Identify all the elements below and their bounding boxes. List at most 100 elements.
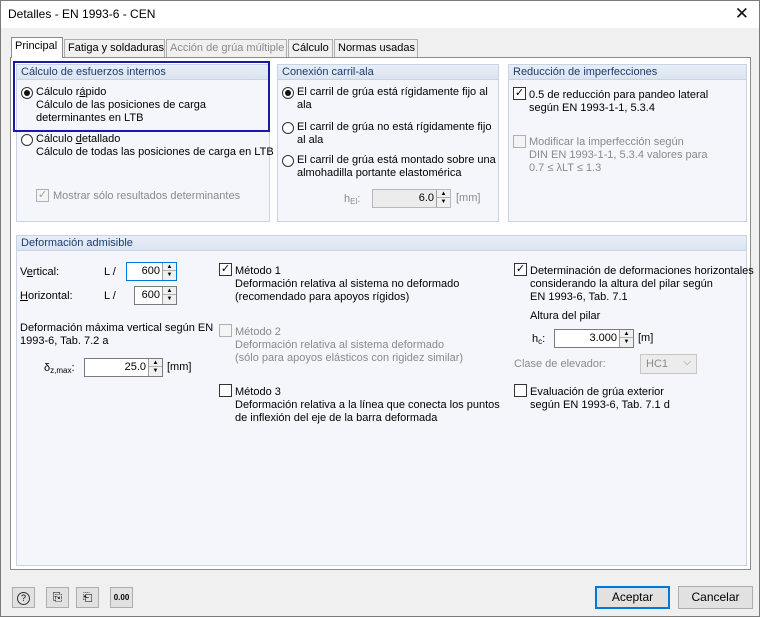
modify-imperfection-checkbox [513, 135, 526, 148]
vertical-label: Vertical: [20, 266, 59, 278]
method1-label[interactable]: Método 1 Deformación relativa al sistema… [235, 265, 459, 304]
delta-max-spinner[interactable]: ▲ ▼ [148, 359, 162, 376]
detailed-label-part: etallado [81, 133, 121, 145]
accept-button[interactable]: Aceptar [595, 586, 670, 609]
vertical-limit-value: 600 [141, 265, 160, 277]
method3-desc: de inflexión del eje de la barra deforma… [235, 412, 438, 424]
reduction-checkbox[interactable]: ✓ [513, 87, 526, 100]
dialog-window: Detalles - EN 1993-6 - CEN ✕ Principal F… [0, 0, 760, 617]
outdoor-crane-checkbox[interactable] [514, 384, 527, 397]
rail-option-line: El carril de grúa no está rígidamente fi… [297, 121, 492, 133]
method3-label[interactable]: Método 3 Deformación relativa a la línea… [235, 386, 500, 425]
method1-checkbox[interactable]: ✓ [219, 263, 232, 276]
method3-checkbox[interactable] [219, 384, 232, 397]
delta-max-unit: [mm] [167, 361, 192, 373]
horizontal-determination-checkbox[interactable]: ✓ [514, 263, 527, 276]
import-button[interactable]: ⎘ [46, 587, 69, 608]
spinner-up-icon[interactable]: ▲ [163, 287, 176, 295]
horizontal-limit-spinner[interactable]: ▲ ▼ [162, 287, 176, 304]
spinner-down-icon[interactable]: ▼ [620, 338, 633, 346]
column-height-label: Altura del pilar [530, 310, 601, 322]
rail-elastomeric-label[interactable]: El carril de grúa está montado sobre una… [297, 154, 496, 180]
rail-not-rigid-label[interactable]: El carril de grúa no está rígidamente fi… [297, 121, 491, 147]
spinner-up-icon[interactable]: ▲ [163, 263, 176, 271]
modify-line: Modificar la imperfección según [529, 136, 684, 148]
method1-desc: Deformación relativa al sistema no defor… [235, 278, 460, 290]
tab-fatiga-soldaduras[interactable]: Fatiga y soldaduras [64, 39, 165, 57]
column-height-input[interactable]: 3.000 ▲ ▼ [554, 329, 634, 348]
modify-line: DIN EN 1993-1-1, 5.3.4 valores para [529, 149, 708, 161]
window-title: Detalles - EN 1993-6 - CEN [8, 7, 156, 21]
group-rail-connection: Conexión carril-ala El carril de grúa es… [277, 64, 499, 222]
close-icon[interactable]: ✕ [735, 4, 749, 24]
delta-label: δz,max: [44, 362, 75, 375]
units-button[interactable]: 0.00 [110, 587, 133, 608]
max-vertical-label: Deformación máxima vertical según EN 199… [20, 322, 213, 348]
reduction-label[interactable]: 0.5 de reducción para pandeo lateral seg… [529, 89, 708, 115]
show-determinant-checkbox: ✓ [36, 189, 49, 202]
tab-normas-usadas[interactable]: Normas usadas [334, 39, 418, 57]
hel-unit: [mm] [456, 192, 481, 204]
detailed-calculation-radio[interactable] [21, 134, 33, 146]
delta-colon: : [71, 362, 75, 374]
rail-elastomeric-radio[interactable] [282, 155, 294, 167]
hc-label: hc: [532, 333, 545, 346]
group-imperfection: Reducción de imperfecciones ✓ 0.5 de red… [508, 64, 747, 222]
rail-option-line: ala [297, 99, 312, 111]
crane-class-label: Clase de elevador: [514, 358, 606, 370]
vertical-limit-spinner[interactable]: ▲ ▼ [162, 263, 176, 280]
hc-colon: : [542, 333, 546, 345]
horizontal-limit-input[interactable]: 600 ▲ ▼ [134, 286, 177, 305]
rail-rigid-radio[interactable] [282, 87, 294, 99]
horizontal-determination-label[interactable]: Determinación de deformaciones horizonta… [530, 265, 754, 304]
horizontal-label-part: orizontal: [27, 290, 73, 302]
method2-title: Método 2 [235, 326, 281, 338]
detailed-calculation-description: Cálculo de todas las posiciones de carga… [36, 146, 274, 158]
delta-max-input[interactable]: 25.0 ▲ ▼ [84, 358, 163, 377]
focus-highlight [13, 61, 270, 132]
vertical-limit-input[interactable]: 600 ▲ ▼ [126, 262, 177, 281]
group-rail-connection-header: Conexión carril-ala [278, 65, 498, 80]
tab-calculo[interactable]: Cálculo [288, 39, 333, 57]
max-vertical-line: 1993-6, Tab. 7.2 a [20, 335, 109, 347]
method2-label: Método 2 Deformación relativa al sistema… [235, 326, 463, 365]
spinner-up-icon[interactable]: ▲ [620, 330, 633, 338]
rail-option-line: almohadilla portante elastomérica [297, 167, 462, 179]
detailed-calculation-label[interactable]: Cálculo detallado [36, 133, 120, 145]
tab-panel-principal: Cálculo de esfuerzos internos Cálculo rá… [10, 57, 754, 570]
outdoor-crane-label[interactable]: Evaluación de grúa exterior según EN 199… [530, 386, 670, 412]
modify-imperfection-label: Modificar la imperfección según DIN EN 1… [529, 136, 708, 175]
horizontal-limit-value: 600 [141, 289, 160, 301]
spinner-down-icon[interactable]: ▼ [163, 295, 176, 303]
column-height-value: 3.000 [589, 332, 617, 344]
import-icon: ⎘ [52, 590, 63, 604]
cancel-button[interactable]: Cancelar [678, 586, 753, 609]
tab-accion-grua-multiple: Acción de grúa múltiple [166, 39, 287, 57]
tab-principal[interactable]: Principal [11, 37, 63, 58]
method3-title: Método 3 [235, 386, 281, 398]
vertical-l-prefix: L / [104, 266, 116, 278]
chevron-down-icon: ⌵ [683, 357, 691, 368]
outdoor-line: Evaluación de grúa exterior [530, 386, 664, 398]
hel-input: 6.0 ▲ ▼ [372, 189, 451, 208]
horizontal-det-line: Determinación de deformaciones horizonta… [530, 265, 754, 277]
horizontal-det-line: EN 1993-6, Tab. 7.1 [530, 291, 628, 303]
method2-desc: Deformación relativa al sistema deformad… [235, 339, 445, 351]
export-button[interactable]: ⎗ [76, 587, 99, 608]
rail-rigid-label[interactable]: El carril de grúa está rígidamente fijo … [297, 86, 488, 112]
vertical-label-part: rtical: [32, 266, 60, 278]
spinner-down-icon[interactable]: ▼ [149, 367, 162, 375]
spinner-up-icon[interactable]: ▲ [149, 359, 162, 367]
method1-title: Método 1 [235, 265, 281, 277]
column-height-spinner[interactable]: ▲ ▼ [619, 330, 633, 347]
rail-option-line: El carril de grúa está montado sobre una [297, 154, 496, 166]
group-deformation: Deformación admisible Vertical: L / 600 … [16, 235, 754, 566]
modify-line: 0.7 ≤ λLT ≤ 1.3 [529, 162, 602, 174]
spinner-down-icon[interactable]: ▼ [163, 271, 176, 279]
column-height-unit: [m] [638, 332, 654, 344]
spinner-down-icon: ▼ [440, 199, 447, 205]
help-button[interactable]: ? [12, 587, 35, 608]
horizontal-det-line: considerando la altura del pilar según [530, 278, 713, 290]
rail-option-line: El carril de grúa está rígidamente fijo … [297, 86, 488, 98]
rail-not-rigid-radio[interactable] [282, 122, 294, 134]
